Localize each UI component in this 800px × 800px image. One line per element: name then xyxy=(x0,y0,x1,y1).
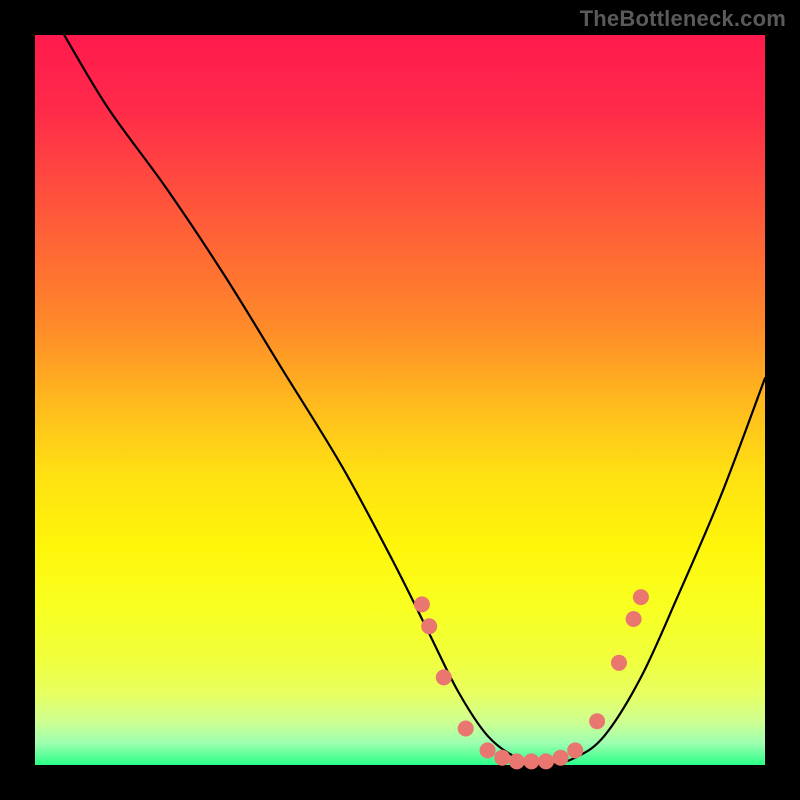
chart-svg xyxy=(35,35,765,765)
highlight-dot xyxy=(421,618,437,634)
highlight-dot xyxy=(626,611,642,627)
highlight-dot xyxy=(436,669,452,685)
highlight-dot xyxy=(567,742,583,758)
chart-frame: TheBottleneck.com xyxy=(0,0,800,800)
bottleneck-curve xyxy=(64,35,765,765)
highlight-dot xyxy=(523,753,539,769)
highlight-dot xyxy=(480,742,496,758)
highlight-dots-group xyxy=(414,589,649,769)
plot-area xyxy=(35,35,765,765)
highlight-dot xyxy=(538,753,554,769)
highlight-dot xyxy=(633,589,649,605)
highlight-dot xyxy=(509,753,525,769)
highlight-dot xyxy=(553,750,569,766)
highlight-dot xyxy=(494,750,510,766)
highlight-dot xyxy=(611,655,627,671)
highlight-dot xyxy=(458,721,474,737)
highlight-dot xyxy=(414,596,430,612)
watermark-text: TheBottleneck.com xyxy=(580,6,786,32)
highlight-dot xyxy=(589,713,605,729)
